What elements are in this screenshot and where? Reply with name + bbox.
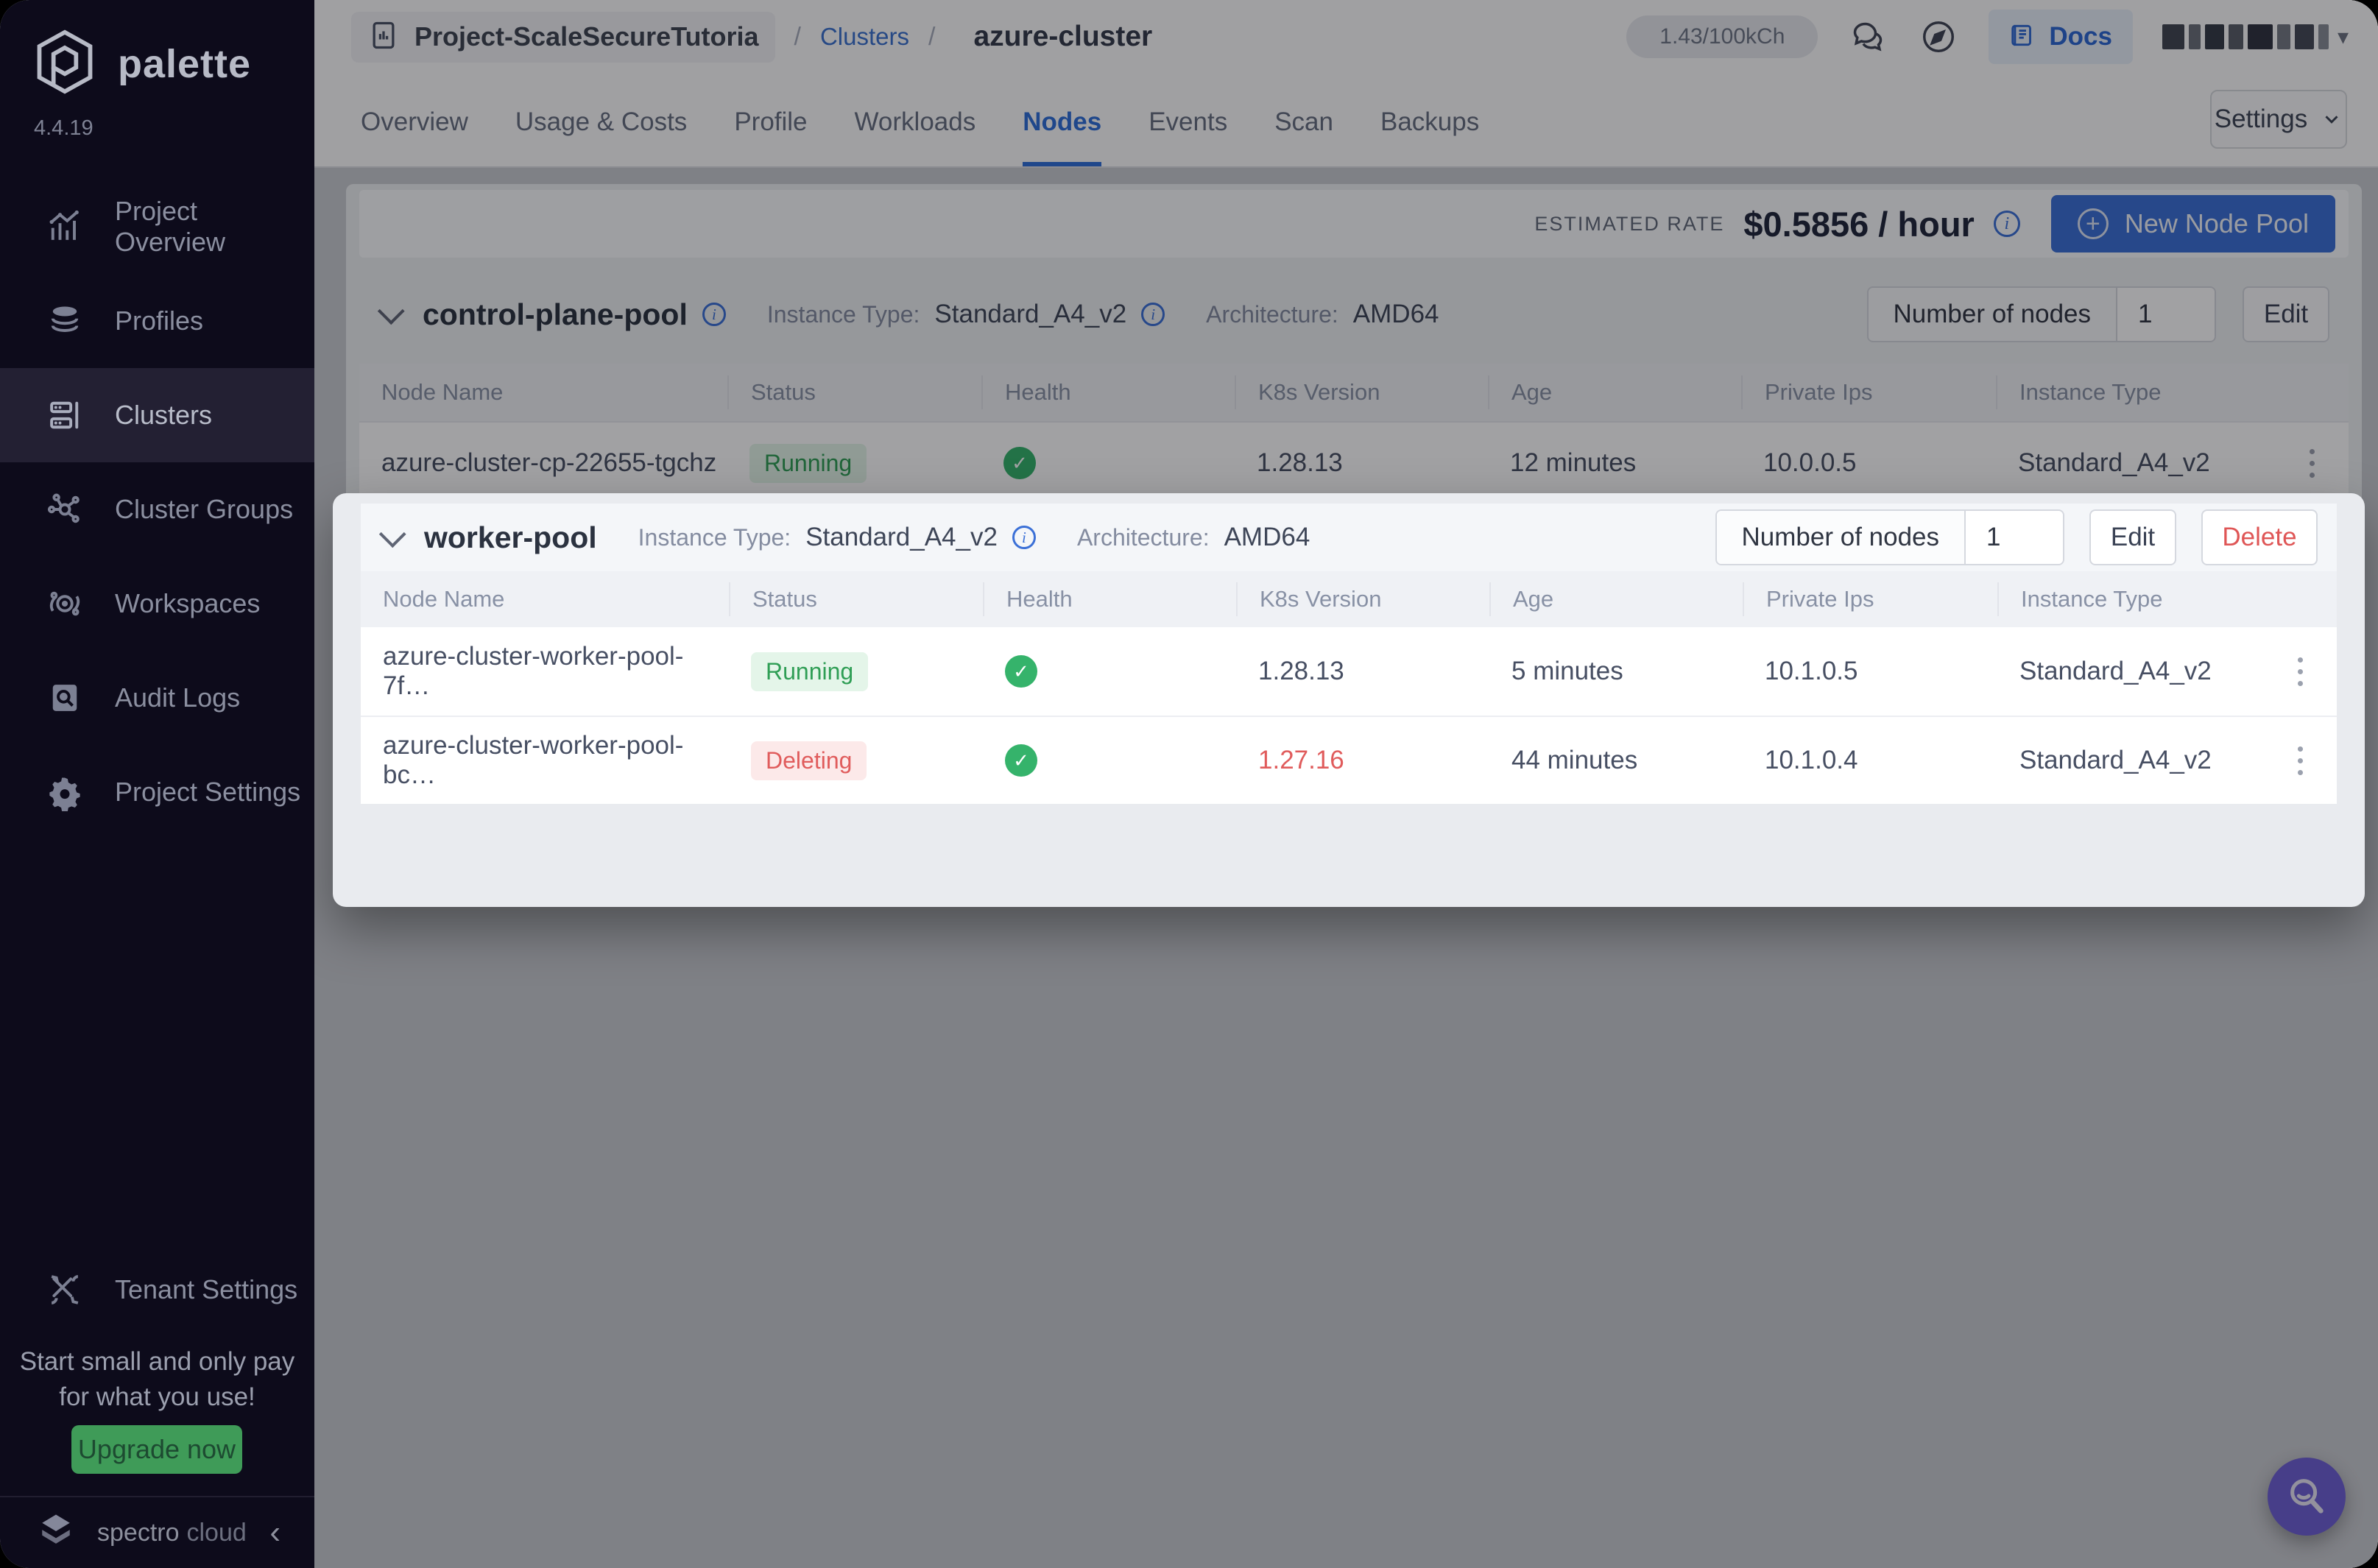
edit-pool-button[interactable]: Edit (2089, 509, 2176, 565)
upgrade-now-button[interactable]: Upgrade now (71, 1425, 242, 1474)
app-version: 4.4.19 (34, 116, 94, 140)
cell-private-ip: 10.1.0.4 (1765, 746, 1858, 774)
cell-private-ip: 10.1.0.5 (1765, 657, 1858, 685)
sidebar-item-tenant-settings[interactable]: Tenant Settings (0, 1243, 314, 1337)
number-of-nodes-control: Number of nodes 1 (1715, 509, 2064, 565)
col-status: Status (729, 582, 983, 616)
sidebar-item-profiles[interactable]: Profiles (0, 274, 314, 368)
instance-type-value: Standard_A4_v2 (805, 523, 998, 551)
sidebar-item-label: Tenant Settings (115, 1274, 298, 1304)
sidebar-item-label: Profiles (115, 306, 204, 336)
row-menu-icon[interactable] (2298, 746, 2303, 775)
cell-node-name: azure-cluster-worker-pool-7f… (383, 642, 684, 700)
layers-icon (46, 302, 84, 340)
row-menu-icon[interactable] (2298, 657, 2303, 686)
sidebar-item-project-overview[interactable]: Project Overview (0, 180, 314, 274)
table-header-row: Node Name Status Health K8s Version Age … (361, 571, 2337, 627)
logo-wordmark: palette (118, 41, 252, 86)
col-health: Health (983, 582, 1236, 616)
palette-logo: palette (31, 28, 251, 99)
col-private-ips: Private Ips (1743, 582, 1997, 616)
sidebar-item-label: Project Settings (115, 777, 301, 807)
info-icon[interactable]: i (1012, 526, 1036, 549)
sidebar: palette 4.4.19 Project Overview Profiles (0, 0, 314, 1568)
sidebar-item-label: Audit Logs (115, 682, 241, 713)
pool-name: worker-pool (424, 520, 597, 554)
main-area: Project-ScaleSecureTutoria / Clusters / … (314, 0, 2378, 1568)
cell-instance-type: Standard_A4_v2 (1997, 746, 2337, 775)
worker-pool-table: Node Name Status Health K8s Version Age … (361, 571, 2337, 804)
cell-age: 5 minutes (1511, 657, 1623, 685)
upgrade-promo-text: Start small and only pay for what you us… (19, 1347, 295, 1411)
server-icon (46, 396, 84, 434)
spectro-cloud-wordmark: spectro cloud (97, 1518, 247, 1547)
delete-pool-button[interactable]: Delete (2201, 509, 2318, 565)
spectro-cloud-logo-icon (34, 1509, 78, 1557)
number-of-nodes-input[interactable]: 1 (1964, 511, 2063, 564)
cell-age: 44 minutes (1511, 746, 1638, 774)
health-check-icon: ✓ (1005, 744, 1037, 777)
sidebar-item-label: Cluster Groups (115, 494, 294, 524)
architecture-value: AMD64 (1224, 523, 1310, 551)
status-badge: Deleting (751, 741, 867, 780)
cell-k8s-version: 1.27.16 (1258, 746, 1344, 774)
tenant-settings-wrap: Tenant Settings (0, 1243, 314, 1337)
tools-icon (46, 1271, 84, 1309)
sidebar-item-project-settings[interactable]: Project Settings (0, 745, 314, 839)
cell-node-name: azure-cluster-worker-pool-bc… (383, 731, 684, 789)
orbit-icon (46, 585, 84, 623)
audit-icon (46, 679, 84, 717)
sidebar-item-audit-logs[interactable]: Audit Logs (0, 651, 314, 745)
number-of-nodes-label: Number of nodes (1716, 511, 1964, 564)
architecture-label: Architecture: (1076, 523, 1210, 551)
app-window: palette 4.4.19 Project Overview Profiles (0, 0, 2378, 1568)
health-check-icon: ✓ (1005, 655, 1037, 688)
worker-pool-header: worker-pool Instance Type: Standard_A4_v… (361, 504, 2337, 571)
network-icon (46, 490, 84, 529)
sidebar-item-label: Clusters (115, 400, 213, 430)
sidebar-item-clusters[interactable]: Clusters (0, 368, 314, 462)
table-row: azure-cluster-worker-pool-7f… Running ✓ … (361, 627, 2337, 716)
gear-icon (46, 773, 84, 811)
palette-logo-icon (31, 28, 99, 99)
sidebar-item-workspaces[interactable]: Workspaces (0, 557, 314, 651)
sidebar-menu: Project Overview Profiles Clusters Clust… (0, 180, 314, 839)
col-instance-type: Instance Type (1997, 582, 2337, 616)
col-node-name: Node Name (383, 586, 505, 612)
sidebar-footer: spectro cloud ‹ (0, 1496, 314, 1568)
col-k8s-version: K8s Version (1236, 582, 1489, 616)
cell-instance-type: Standard_A4_v2 (1997, 657, 2337, 686)
sidebar-item-label: Workspaces (115, 588, 261, 618)
collapse-sidebar-icon[interactable]: ‹ (269, 1516, 281, 1549)
chevron-down-icon[interactable] (378, 520, 406, 548)
instance-type-label: Instance Type: (638, 523, 791, 551)
chart-icon (46, 208, 84, 246)
sidebar-item-cluster-groups[interactable]: Cluster Groups (0, 462, 314, 557)
table-row: azure-cluster-worker-pool-bc… Deleting ✓… (361, 716, 2337, 804)
cell-k8s-version: 1.28.13 (1258, 657, 1344, 685)
col-age: Age (1489, 582, 1743, 616)
worker-pool-card: worker-pool Instance Type: Standard_A4_v… (333, 493, 2365, 907)
status-badge: Running (751, 651, 869, 691)
sidebar-item-label: Project Overview (115, 196, 226, 257)
